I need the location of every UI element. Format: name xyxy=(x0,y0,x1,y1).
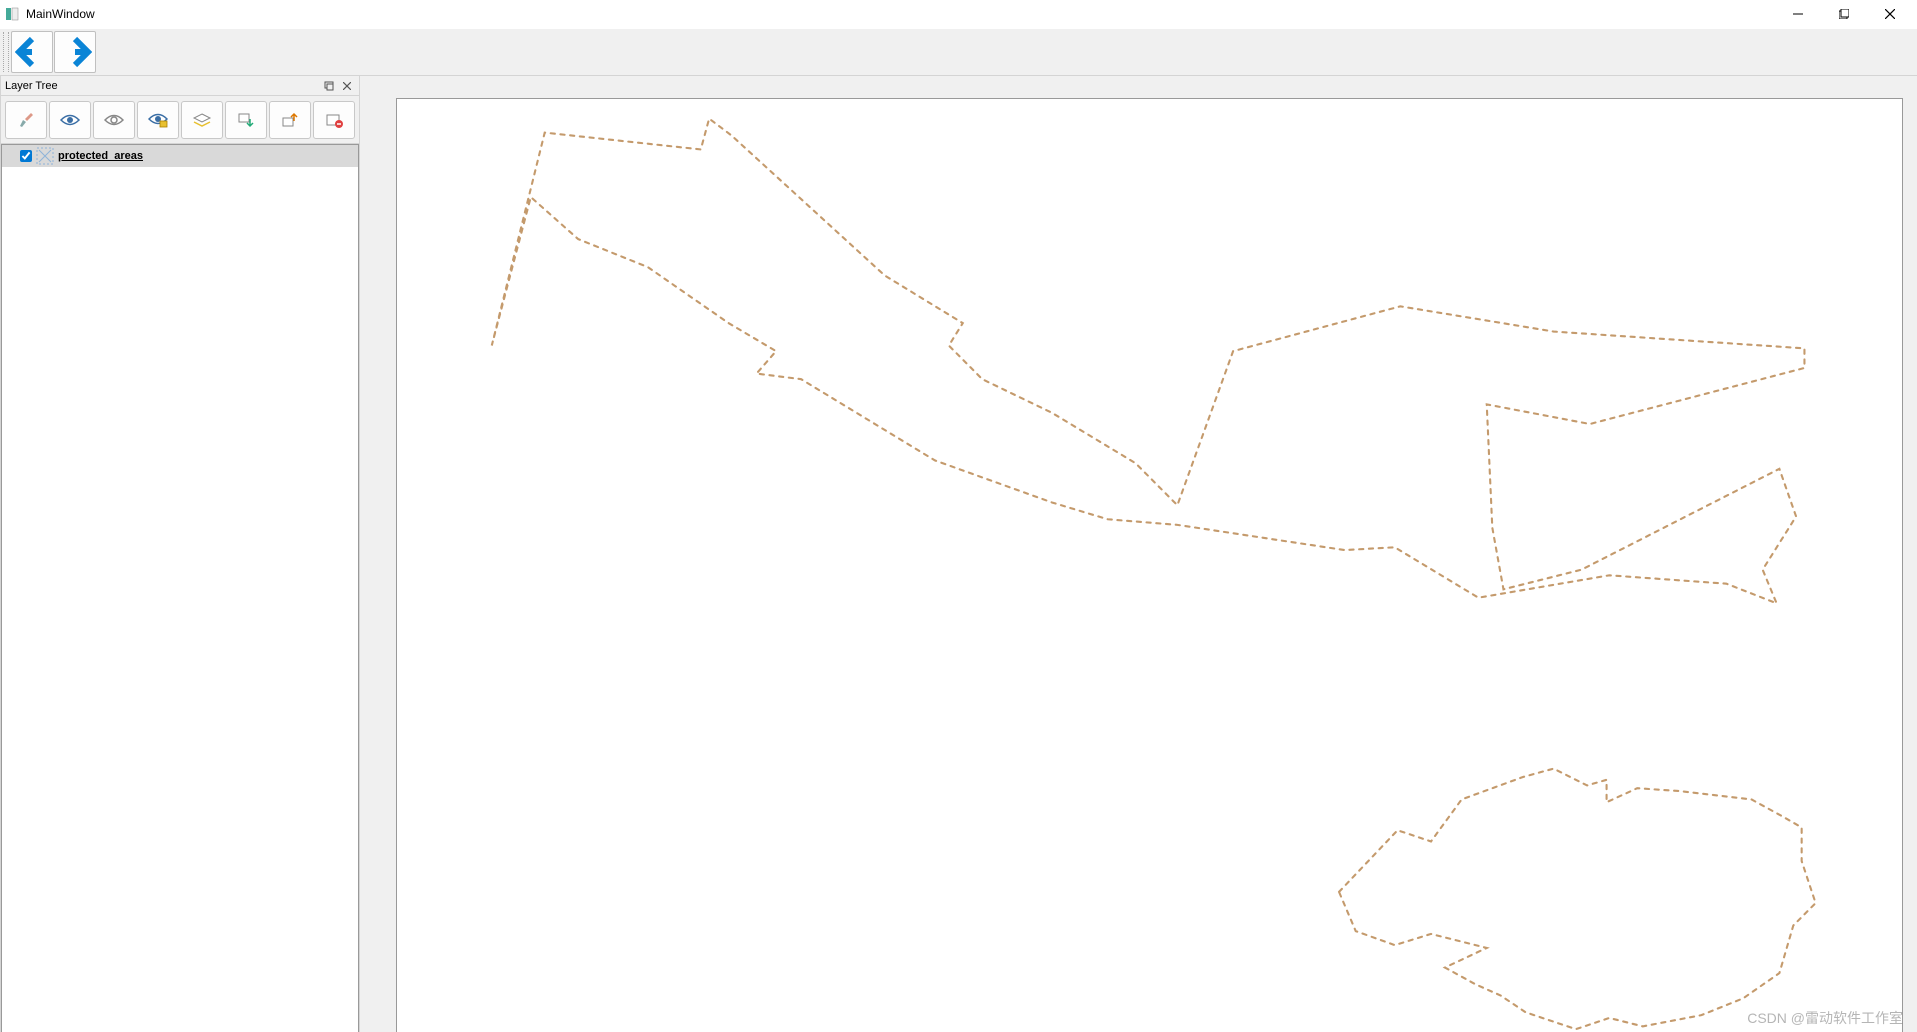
content-area: Layer Tree xyxy=(0,76,1917,1032)
add-group-button[interactable] xyxy=(225,101,267,139)
layer-row-protected-areas[interactable]: protected_areas xyxy=(2,145,358,167)
layer-panel-toolbar xyxy=(1,96,359,144)
layer-panel-header: Layer Tree xyxy=(1,76,359,96)
window-controls xyxy=(1775,0,1913,28)
eye-icon xyxy=(60,113,80,127)
canvas-area xyxy=(360,76,1917,1032)
feature-polygon-south xyxy=(1339,769,1816,1030)
map-canvas[interactable] xyxy=(396,98,1903,1032)
nav-back-button[interactable] xyxy=(11,31,53,73)
maximize-button[interactable] xyxy=(1821,0,1867,28)
dock-float-button[interactable] xyxy=(321,78,337,94)
map-svg xyxy=(397,99,1902,1032)
filter-visible-button[interactable] xyxy=(49,101,91,139)
watermark: CSDN @雷动软件工作室 xyxy=(1747,1008,1903,1028)
group-up-icon xyxy=(281,111,299,129)
close-button[interactable] xyxy=(1867,0,1913,28)
nav-forward-button[interactable] xyxy=(54,31,96,73)
layer-list[interactable]: protected_areas xyxy=(1,144,359,1032)
remove-layer-button[interactable] xyxy=(313,101,355,139)
layer-name-label: protected_areas xyxy=(58,150,143,162)
layer-symbol-icon xyxy=(36,147,54,165)
collapse-all-button[interactable] xyxy=(181,101,223,139)
toolbar-grip[interactable] xyxy=(3,32,9,72)
app-icon xyxy=(4,6,20,22)
layer-visibility-checkbox[interactable] xyxy=(20,150,32,162)
minimize-button[interactable] xyxy=(1775,0,1821,28)
group-down-icon xyxy=(237,111,255,129)
layer-tree-panel: Layer Tree xyxy=(0,76,360,1032)
app-window: MainWindow Layer Tree xyxy=(0,0,1917,1032)
filter-expression-button[interactable] xyxy=(93,101,135,139)
eye-filter-icon xyxy=(148,112,168,128)
eye-outline-icon xyxy=(104,113,124,127)
expand-all-button[interactable] xyxy=(137,101,179,139)
arrow-left-icon xyxy=(15,35,49,69)
manage-themes-button[interactable] xyxy=(269,101,311,139)
panel-close-button[interactable] xyxy=(339,78,355,94)
paintbrush-icon xyxy=(17,111,35,129)
feature-polygon-north xyxy=(492,119,1805,604)
layers-icon xyxy=(192,112,212,128)
remove-icon xyxy=(325,111,343,129)
layer-styling-button[interactable] xyxy=(5,101,47,139)
layer-panel-title: Layer Tree xyxy=(5,80,319,92)
arrow-right-icon xyxy=(58,35,92,69)
titlebar: MainWindow xyxy=(0,0,1917,28)
main-toolbar xyxy=(0,28,1917,76)
window-title: MainWindow xyxy=(26,7,1775,21)
